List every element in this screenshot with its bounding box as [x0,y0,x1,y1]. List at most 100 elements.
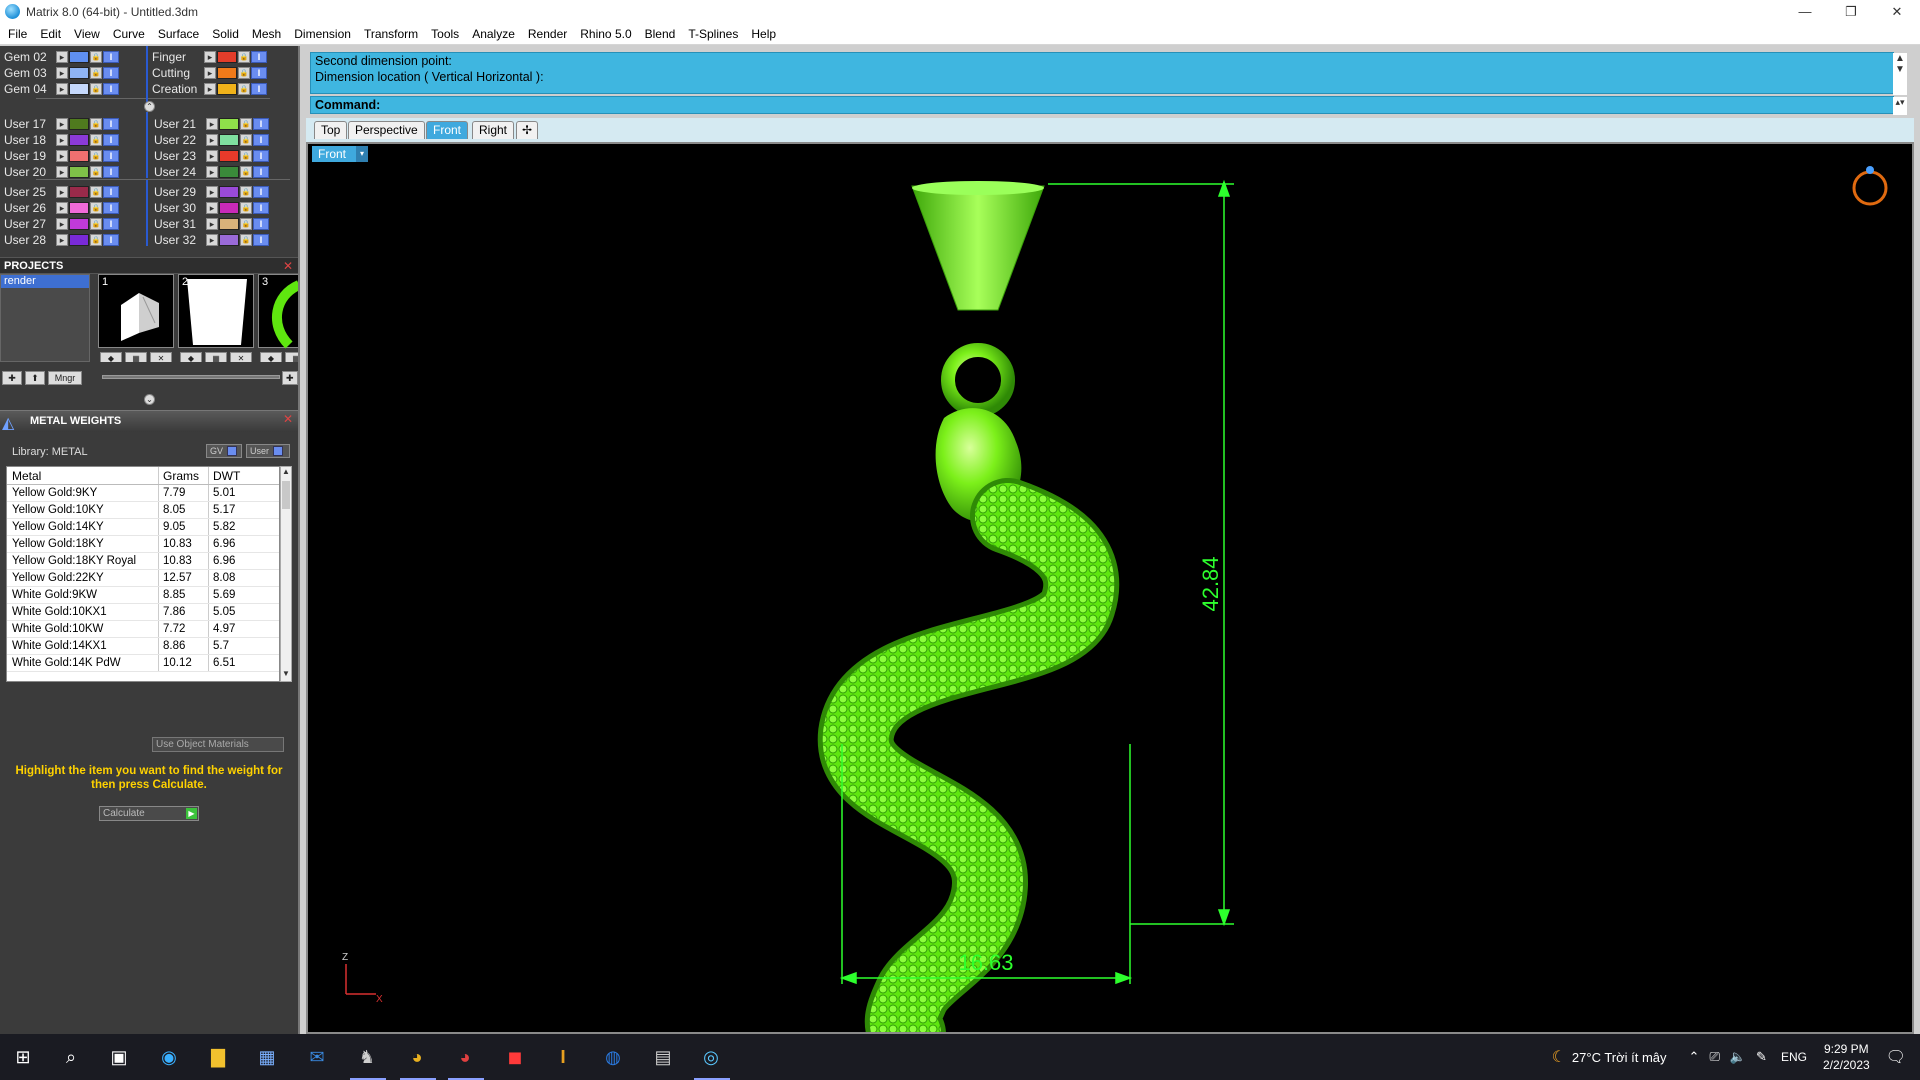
layer-expand-icon[interactable] [56,67,68,79]
layer-lock-icon[interactable] [90,134,102,146]
layer-expand-icon[interactable] [56,51,68,63]
layer-visibility-icon[interactable] [103,51,119,63]
layer-expand-icon[interactable] [56,134,68,146]
history-scrollbar[interactable]: ▲ ▼ [1893,53,1907,95]
use-object-materials-button[interactable]: Use Object Materials [152,737,284,752]
layer-color-swatch[interactable] [69,67,89,79]
layer-color-swatch[interactable] [69,134,89,146]
layer-color-swatch[interactable] [219,150,239,162]
scroll-down-icon[interactable]: ▼ [281,669,291,681]
layer-color-swatch[interactable] [69,51,89,63]
layer-row[interactable]: User 24 [150,164,269,180]
scroll-thumb[interactable] [282,481,290,509]
layer-lock-icon[interactable] [238,67,250,79]
layer-expand-icon[interactable] [56,218,68,230]
menu-item-view[interactable]: View [69,27,108,41]
tab-top[interactable]: Top [314,121,348,139]
layer-color-swatch[interactable] [217,83,237,95]
scroll-up-icon[interactable]: ▲ [281,467,291,479]
network-app-icon[interactable]: ▤ [648,1042,678,1072]
layer-expand-icon[interactable] [204,83,216,95]
layer-visibility-icon[interactable] [103,234,119,246]
layer-lock-icon[interactable] [90,234,102,246]
layer-expand-icon[interactable] [206,202,218,214]
thumb-save-icon[interactable]: ▦ [125,352,147,362]
layer-expand-icon[interactable] [56,234,68,246]
layer-expand-icon[interactable] [56,83,68,95]
column-header-grams[interactable]: Grams [159,467,209,484]
task-view-icon[interactable]: ▣ [104,1042,134,1072]
table-row[interactable]: Yellow Gold:14KY 9.05 5.82 [7,519,279,536]
layer-lock-icon[interactable] [90,218,102,230]
layer-visibility-icon[interactable] [103,202,119,214]
metal-weights-close-icon[interactable]: ✕ [282,413,294,425]
layer-color-swatch[interactable] [219,234,239,246]
chrome-icon[interactable]: ◕ [402,1042,432,1072]
restore-button[interactable]: ❐ [1828,0,1874,23]
layer-row[interactable]: User 32 [150,232,269,248]
layer-color-swatch[interactable] [217,67,237,79]
layer-visibility-icon[interactable] [253,202,269,214]
collapse-layers-icon[interactable]: ⌃ [144,101,155,112]
weather-text[interactable]: 27°C Trời ít mây [1572,1050,1667,1065]
layer-row[interactable]: User 26 [0,200,119,216]
layer-lock-icon[interactable] [90,118,102,130]
menu-item-render[interactable]: Render [523,27,575,41]
layer-visibility-icon[interactable] [103,67,119,79]
layer-expand-icon[interactable] [206,218,218,230]
layer-visibility-icon[interactable] [103,166,119,178]
pen-icon[interactable]: ✎ [1756,1049,1767,1065]
layer-lock-icon[interactable] [238,51,250,63]
project-thumb[interactable]: 3 [258,274,298,349]
layer-visibility-icon[interactable] [103,83,119,95]
thumb-add-icon[interactable]: ◆ [180,352,202,362]
layer-color-swatch[interactable] [69,118,89,130]
layer-expand-icon[interactable] [206,118,218,130]
layer-lock-icon[interactable] [90,166,102,178]
layer-color-swatch[interactable] [69,186,89,198]
layer-row[interactable]: User 28 [0,232,119,248]
layer-expand-icon[interactable] [56,186,68,198]
menu-item-surface[interactable]: Surface [153,27,207,41]
layer-lock-icon[interactable] [90,51,102,63]
layer-visibility-icon[interactable] [103,218,119,230]
layer-lock-icon[interactable] [240,234,252,246]
table-row[interactable]: White Gold:14K PdW 10.12 6.51 [7,655,279,672]
file-explorer-icon[interactable]: ▇ [203,1042,233,1072]
layer-row[interactable]: User 17 [0,116,119,132]
layer-row[interactable]: User 23 [150,148,269,164]
project-thumb[interactable]: 1 [98,274,174,348]
thumb-save-icon[interactable]: ▦ [285,352,298,362]
layer-lock-icon[interactable] [240,118,252,130]
layer-color-swatch[interactable] [69,218,89,230]
illustrator-icon[interactable]: 𝐈 [548,1042,578,1072]
menu-item-help[interactable]: Help [746,27,784,41]
layer-row[interactable]: Gem 02 [0,49,119,65]
mail-icon[interactable]: ✉ [302,1042,332,1072]
upload-project-icon[interactable]: ⬆ [25,371,45,385]
ring-icon[interactable] [1852,166,1888,206]
calculate-button[interactable]: Calculate ▶ [99,806,199,821]
thumb-save-icon[interactable]: ▦ [205,352,227,362]
layer-color-swatch[interactable] [219,118,239,130]
column-header-metal[interactable]: Metal [7,467,159,484]
layer-visibility-icon[interactable] [253,186,269,198]
manager-button[interactable]: Mngr [48,371,82,385]
command-input[interactable] [389,98,1879,112]
menu-item-file[interactable]: File [3,27,35,41]
layer-visibility-icon[interactable] [251,51,267,63]
layer-row[interactable]: Creation [148,81,267,97]
windows-start-icon[interactable]: ⊞ [8,1042,38,1072]
tab-right[interactable]: Right [472,121,515,139]
layer-lock-icon[interactable] [90,83,102,95]
layer-visibility-icon[interactable] [253,234,269,246]
layer-lock-icon[interactable] [90,202,102,214]
layer-color-swatch[interactable] [219,166,239,178]
layer-visibility-icon[interactable] [253,118,269,130]
chrome-profile-icon[interactable]: ◕ [450,1042,480,1072]
collapse-projects-icon[interactable]: ⌄ [144,394,155,405]
layer-row[interactable]: Gem 03 [0,65,119,81]
weather-icon[interactable]: ☾ [1552,1047,1566,1067]
menu-item-analyze[interactable]: Analyze [467,27,523,41]
layer-visibility-icon[interactable] [251,67,267,79]
